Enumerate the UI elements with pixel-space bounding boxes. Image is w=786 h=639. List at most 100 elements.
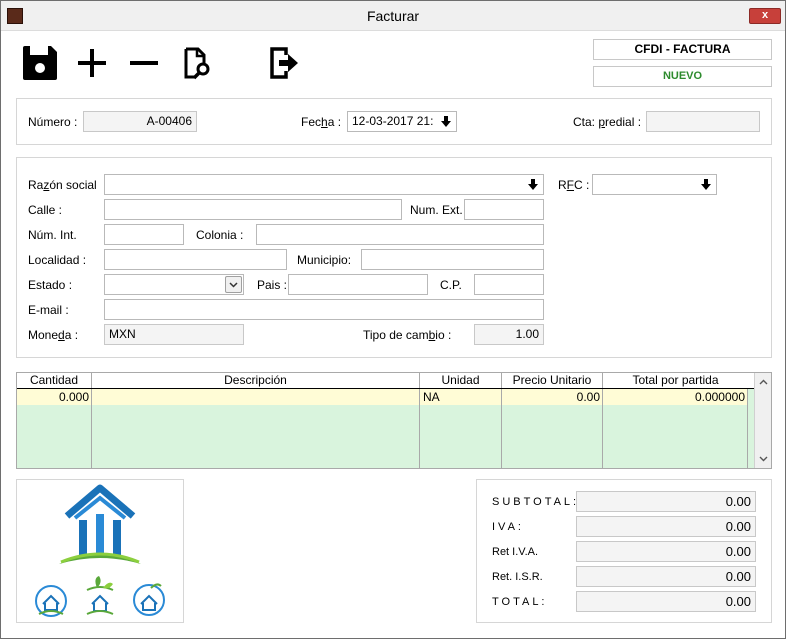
cp-field[interactable] [474, 274, 544, 295]
numero-field[interactable]: A-00406 [83, 111, 197, 132]
grid-vertical-scrollbar[interactable] [754, 373, 771, 468]
arrow-down-icon [528, 179, 538, 190]
email-field[interactable] [104, 299, 544, 320]
document-search-icon [184, 47, 210, 80]
remove-button[interactable] [124, 43, 164, 83]
fecha-label-hotkey: h [321, 115, 328, 129]
total-field: 0.00 [576, 591, 756, 612]
moneda-label: Moneda : [28, 328, 78, 342]
cta-predial-label: Cta: predial : [573, 115, 641, 129]
column-header-precio[interactable]: Precio Unitario [502, 373, 603, 388]
estado-dropdown-button[interactable] [225, 276, 242, 293]
fecha-value: 12-03-2017 21: [352, 114, 434, 128]
title-bar[interactable]: Facturar x [1, 1, 785, 31]
fecha-picker[interactable]: 12-03-2017 21: [347, 111, 457, 132]
pais-label: Pais : [257, 278, 288, 292]
num-ext-label: Num. Ext. [410, 203, 463, 217]
exit-icon [270, 47, 298, 79]
table-row[interactable]: 0.000 NA 0.00 0.000000 [17, 389, 748, 405]
items-grid[interactable]: Cantidad Descripción Unidad Precio Unita… [16, 372, 772, 469]
rfc-label: RFC : [558, 178, 589, 192]
num-int-label: Núm. Int. [28, 228, 77, 242]
municipio-label: Municipio: [297, 253, 352, 267]
ret-isr-label: Ret. I.S.R. [492, 571, 543, 583]
pais-field[interactable] [288, 274, 428, 295]
plus-icon [78, 49, 106, 77]
fecha-label-post: a : [327, 115, 342, 129]
calle-label: Calle : [28, 203, 63, 217]
localidad-label: Localidad : [28, 253, 87, 267]
preview-button[interactable] [176, 43, 216, 83]
moneda-label-pre: Mone [28, 328, 59, 342]
colonia-field[interactable] [256, 224, 544, 245]
cell-unidad[interactable]: NA [420, 389, 502, 405]
razon-social-label: Razón social [28, 178, 97, 192]
tipo-label-pre: Tipo de cam [363, 328, 429, 342]
localidad-field[interactable] [104, 249, 287, 270]
rfc-label-pre: R [558, 178, 567, 192]
tipo-cambio-field[interactable]: 1.00 [474, 324, 544, 345]
column-header-unidad[interactable]: Unidad [420, 373, 502, 388]
rfc-combo[interactable] [592, 174, 717, 195]
razon-label-pre: Ra [28, 178, 44, 192]
num-ext-field[interactable] [464, 199, 544, 220]
minus-icon [130, 61, 158, 65]
house-logo-icon [35, 484, 165, 617]
save-button[interactable] [20, 43, 60, 83]
chevron-down-icon [229, 282, 238, 288]
tipo-cambio-label: Tipo de cambio : [363, 328, 451, 342]
calle-field[interactable] [104, 199, 402, 220]
total-label: TOTAL: [492, 596, 548, 608]
save-icon [23, 46, 57, 80]
estado-label: Estado : [28, 278, 73, 292]
cta-label-post: redial : [605, 115, 642, 129]
num-int-field[interactable] [104, 224, 184, 245]
column-header-total[interactable]: Total por partida [603, 373, 748, 388]
estado-select[interactable] [104, 274, 244, 295]
column-header-cantidad[interactable]: Cantidad [17, 373, 92, 388]
rfc-label-post: C : [574, 178, 590, 192]
column-divider [419, 389, 420, 468]
numero-label: Número : [28, 115, 78, 129]
column-divider [747, 389, 748, 468]
document-type-badge: CFDI - FACTURA [593, 39, 772, 60]
rfc-label-hotkey: F [566, 178, 575, 192]
exit-button[interactable] [264, 43, 304, 83]
razon-social-combo[interactable] [104, 174, 544, 195]
cell-cantidad[interactable]: 0.000 [17, 389, 92, 405]
add-button[interactable] [72, 43, 112, 83]
iva-field: 0.00 [576, 516, 756, 537]
cell-total[interactable]: 0.000000 [603, 389, 748, 405]
subtotal-field: 0.00 [576, 491, 756, 512]
cta-predial-field[interactable] [646, 111, 760, 132]
moneda-field[interactable]: MXN [104, 324, 244, 345]
window-title: Facturar [366, 8, 420, 24]
chevron-up-icon[interactable] [759, 379, 768, 385]
chevron-down-icon[interactable] [759, 456, 768, 462]
fecha-label-pre: Fec [301, 115, 322, 129]
subtotal-label: SUBTOTAL: [492, 496, 580, 508]
cta-label-pre: Cta: [573, 115, 599, 129]
column-divider [91, 389, 92, 468]
moneda-label-hotkey: d [58, 328, 65, 342]
column-divider [501, 389, 502, 468]
arrow-down-icon [701, 179, 711, 190]
ret-isr-field: 0.00 [576, 566, 756, 587]
document-status-badge: NUEVO [593, 66, 772, 87]
cell-precio[interactable]: 0.00 [502, 389, 603, 405]
municipio-field[interactable] [361, 249, 544, 270]
ret-iva-field: 0.00 [576, 541, 756, 562]
cell-descripcion[interactable] [92, 389, 420, 405]
column-divider [602, 389, 603, 468]
invoice-window: Facturar x CFDI - FACTURA NUEVO Número:… [0, 0, 786, 639]
moneda-label-post: a : [64, 328, 79, 342]
email-label: E-mail : [28, 303, 69, 317]
column-header-descripcion[interactable]: Descripción [92, 373, 420, 388]
ret-iva-label: Ret I.V.A. [492, 546, 539, 558]
fecha-label: Fecha : [301, 115, 341, 129]
cp-label: C.P. [440, 278, 462, 292]
logo-panel [16, 479, 184, 623]
close-button[interactable]: x [749, 8, 781, 24]
razon-label-post: ón social [49, 178, 97, 192]
tipo-label-post: io : [435, 328, 452, 342]
